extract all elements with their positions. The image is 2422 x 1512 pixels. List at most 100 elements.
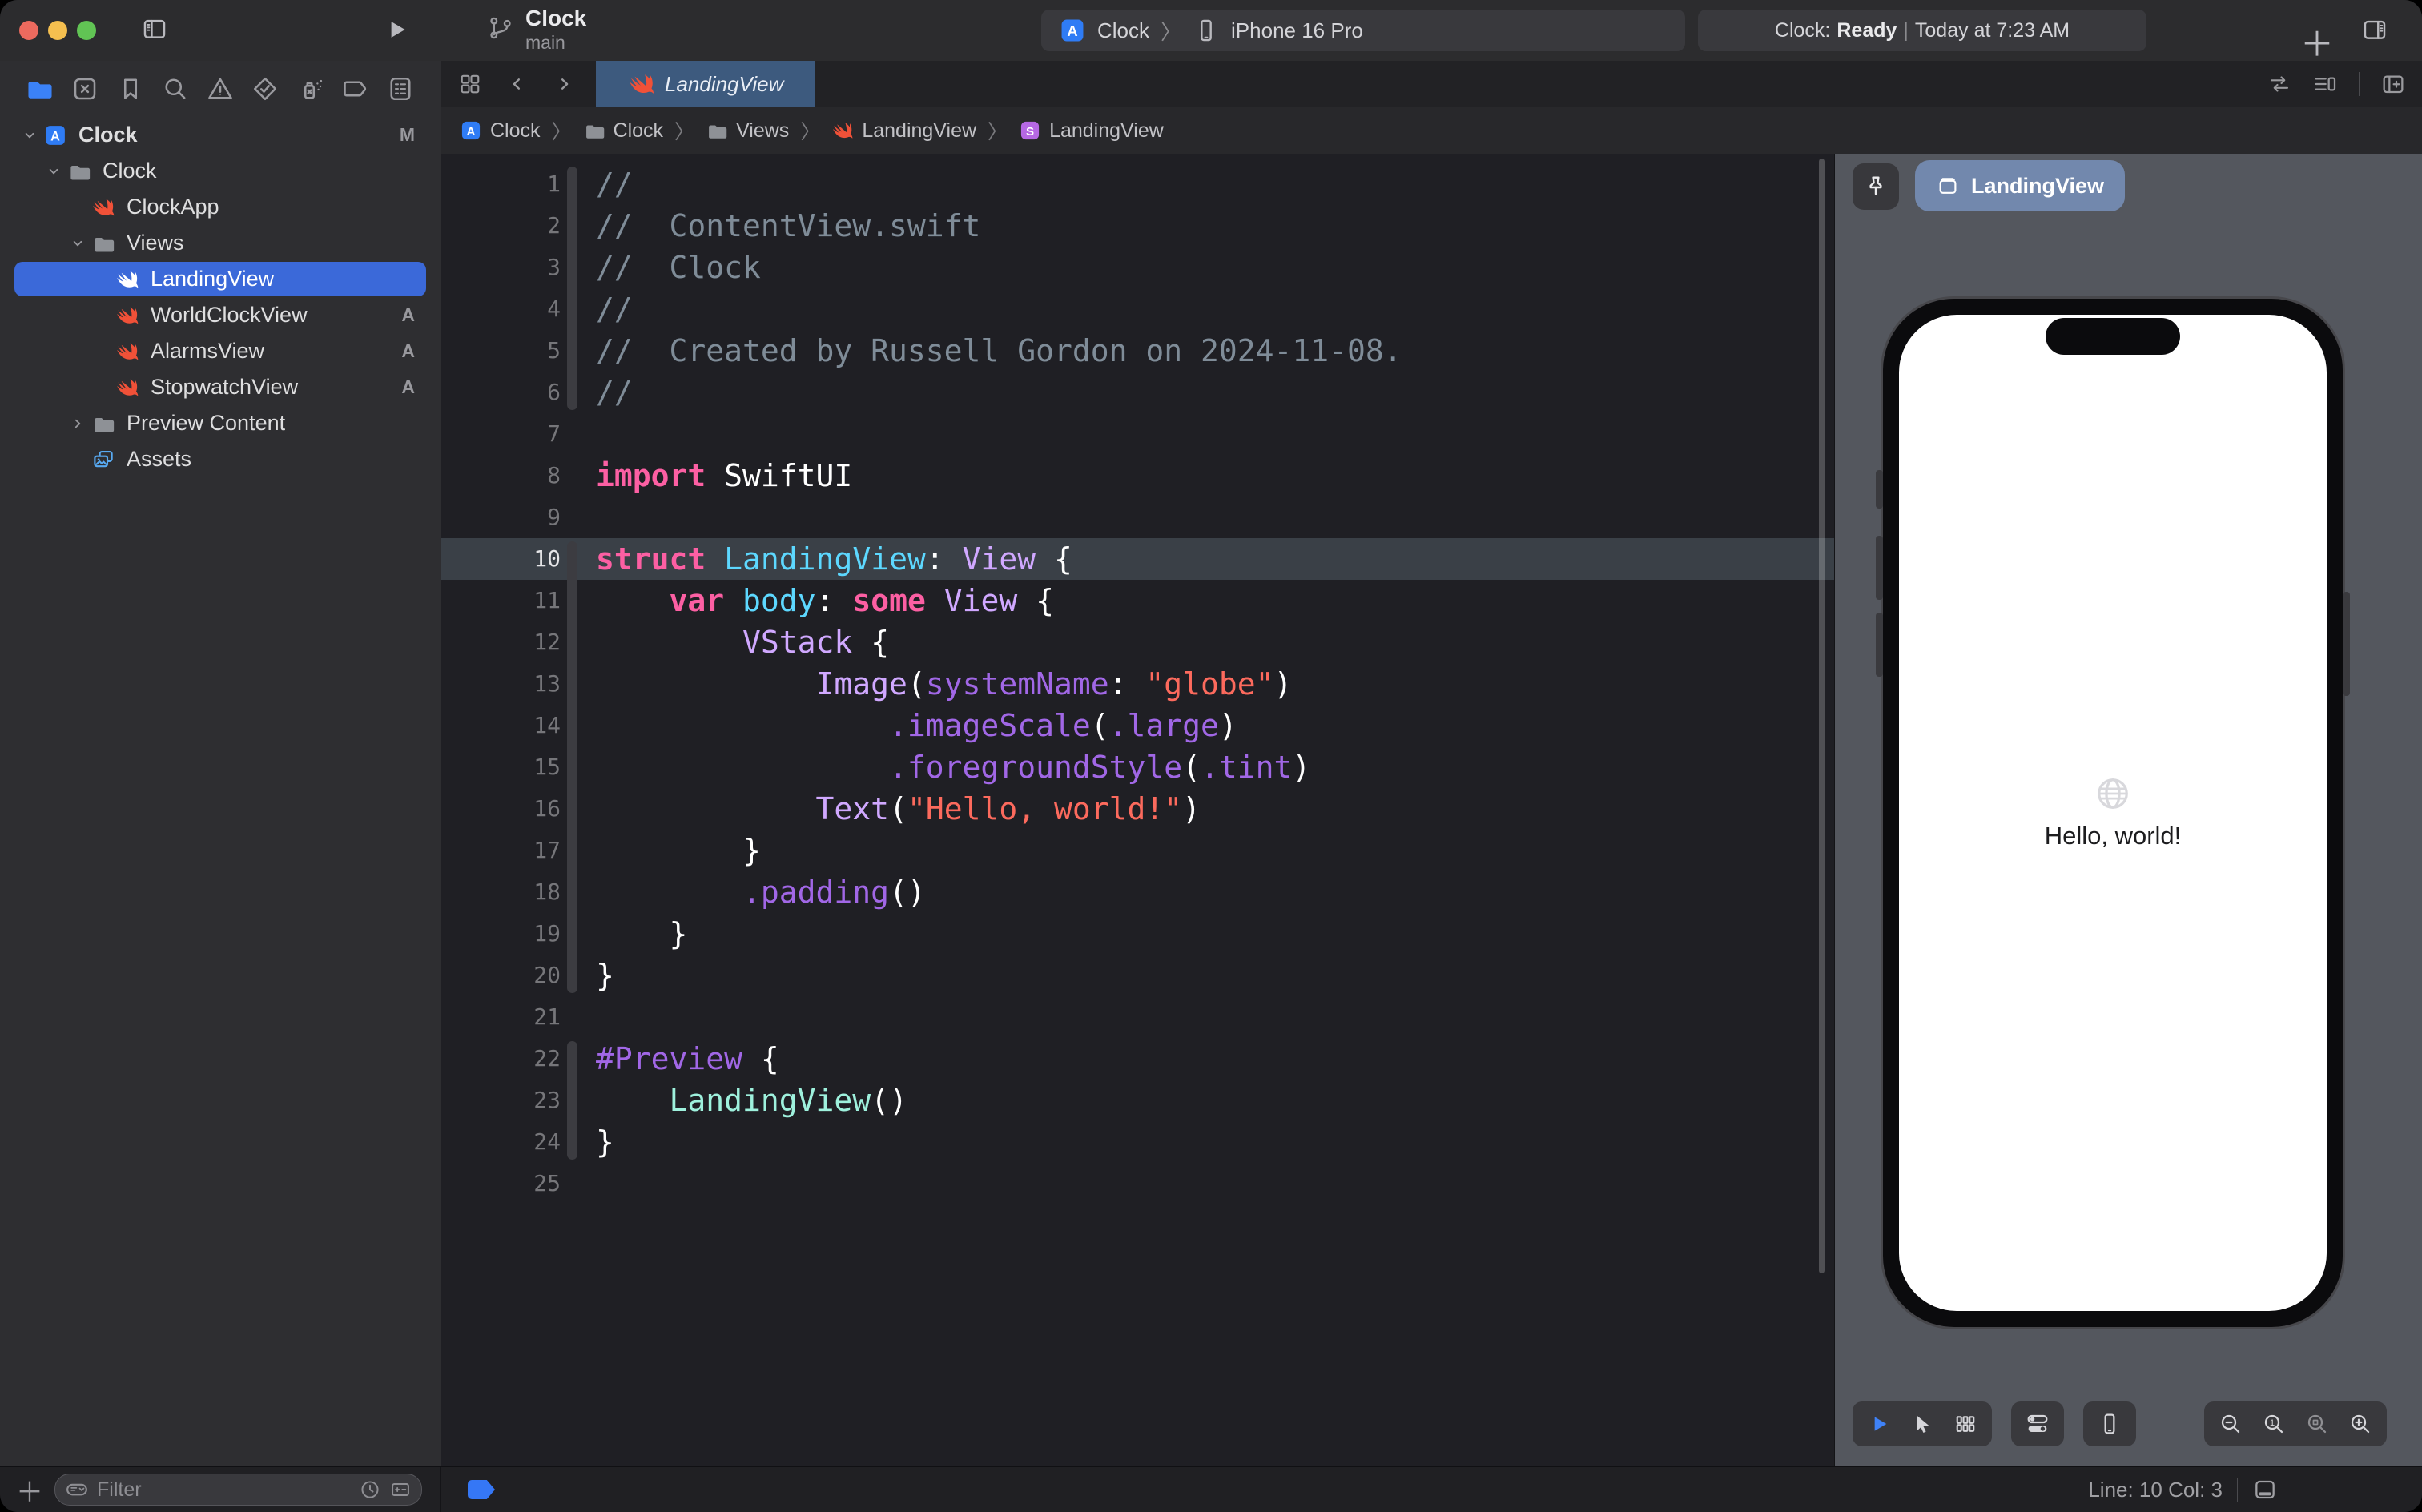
- code-line-6[interactable]: 6 //: [441, 372, 1834, 413]
- code-text[interactable]: // Clock: [585, 247, 761, 288]
- add-editor-icon[interactable]: [2380, 71, 2406, 97]
- tab-landingview[interactable]: LandingView: [596, 61, 816, 107]
- navigator-tab-reports-icon[interactable]: [384, 73, 416, 105]
- line-number[interactable]: 5: [441, 330, 561, 372]
- code-text[interactable]: // Created by Russell Gordon on 2024-11-…: [585, 330, 1402, 372]
- line-number[interactable]: 2: [441, 205, 561, 247]
- editor-scrollbar[interactable]: [1819, 159, 1825, 1273]
- code-line-10[interactable]: 10 struct LandingView: View {: [441, 538, 1834, 580]
- code-text[interactable]: VStack {: [585, 621, 889, 663]
- navigator-tab-project-navigator-icon[interactable]: [24, 73, 56, 105]
- line-number[interactable]: 22: [441, 1038, 561, 1080]
- code-line-2[interactable]: 2 // ContentView.swift: [441, 205, 1834, 247]
- code-line-22[interactable]: 22 #Preview {: [441, 1038, 1834, 1080]
- code-line-13[interactable]: 13 Image(systemName: "globe"): [441, 663, 1834, 705]
- code-line-24[interactable]: 24}: [441, 1121, 1834, 1163]
- zoom-button[interactable]: [77, 21, 96, 40]
- sidebar-toggle-icon[interactable]: [141, 15, 168, 42]
- editor-settings-icon[interactable]: [2252, 1477, 2278, 1502]
- breadcrumb-item-landingview[interactable]: LandingView: [831, 119, 976, 143]
- close-button[interactable]: [19, 21, 38, 40]
- code-text[interactable]: //: [585, 163, 633, 205]
- code-text[interactable]: var body: some View {: [585, 580, 1055, 621]
- sidebar-item-preview-content[interactable]: Preview Content: [0, 405, 441, 441]
- bookmark-tag-icon[interactable]: [468, 1480, 495, 1499]
- editor-options-icon[interactable]: [2312, 71, 2338, 97]
- line-number[interactable]: 13: [441, 663, 561, 705]
- back-button[interactable]: [503, 70, 530, 98]
- code-line-3[interactable]: 3 // Clock: [441, 247, 1834, 288]
- navigator-tab-bookmarks-icon[interactable]: [115, 73, 147, 105]
- scheme-selector[interactable]: A Clock 〉 iPhone 16 Pro: [1041, 10, 1685, 51]
- code-text[interactable]: struct LandingView: View {: [585, 538, 1072, 580]
- line-number[interactable]: 11: [441, 580, 561, 621]
- line-number[interactable]: 18: [441, 871, 561, 913]
- related-items-icon[interactable]: [458, 72, 482, 96]
- preview-target-chip[interactable]: LandingView: [1915, 160, 2126, 211]
- inspector-toggle-icon[interactable]: [2361, 16, 2388, 43]
- line-number[interactable]: 10: [441, 538, 561, 580]
- line-number[interactable]: 19: [441, 913, 561, 955]
- line-number[interactable]: 21: [441, 996, 561, 1038]
- zoom-actual-button[interactable]: 1: [2252, 1401, 2295, 1446]
- navigator-tab-issues-icon[interactable]: [204, 73, 236, 105]
- code-text[interactable]: [585, 1163, 596, 1204]
- code-line-9[interactable]: 9: [441, 497, 1834, 538]
- code-line-4[interactable]: 4 //: [441, 288, 1834, 330]
- line-number[interactable]: 14: [441, 705, 561, 746]
- line-number[interactable]: 12: [441, 621, 561, 663]
- variants-button[interactable]: [1944, 1401, 1987, 1446]
- navigator-tab-breakpoints-icon[interactable]: [340, 73, 372, 105]
- disclosure-down-icon[interactable]: [40, 161, 67, 182]
- line-number[interactable]: 7: [441, 413, 561, 455]
- flagged-files-icon[interactable]: [389, 1478, 412, 1501]
- code-line-1[interactable]: 1 //: [441, 163, 1834, 205]
- source-editor[interactable]: 1 // 2 // ContentView.swift 3 // Clock 4 // 5 // …: [441, 154, 1834, 1467]
- disclosure-right-icon[interactable]: [64, 413, 91, 434]
- code-line-18[interactable]: 18 .padding(): [441, 871, 1834, 913]
- device-button[interactable]: [2088, 1401, 2131, 1446]
- code-text[interactable]: }: [585, 955, 614, 996]
- filter-field[interactable]: Filter: [54, 1474, 422, 1506]
- code-text[interactable]: LandingView(): [585, 1080, 907, 1121]
- sidebar-item-worldclockview[interactable]: WorldClockView A: [0, 297, 441, 333]
- line-number[interactable]: 3: [441, 247, 561, 288]
- sidebar-item-clockapp[interactable]: ClockApp: [0, 189, 441, 225]
- navigator-tab-source-control-changes-icon[interactable]: [69, 73, 101, 105]
- code-text[interactable]: Image(systemName: "globe"): [585, 663, 1293, 705]
- code-text[interactable]: Text("Hello, world!"): [585, 788, 1201, 830]
- scheme-device[interactable]: iPhone 16 Pro: [1231, 18, 1363, 43]
- filter-menu-icon[interactable]: [65, 1478, 89, 1502]
- code-line-23[interactable]: 23 LandingView(): [441, 1080, 1834, 1121]
- code-text[interactable]: .foregroundStyle(.tint): [585, 746, 1310, 788]
- line-number[interactable]: 24: [441, 1121, 561, 1163]
- code-text[interactable]: [585, 497, 596, 538]
- line-number[interactable]: 15: [441, 746, 561, 788]
- disclosure-down-icon[interactable]: [16, 125, 43, 146]
- navigator-tab-tests-icon[interactable]: [249, 73, 281, 105]
- sidebar-item-clock[interactable]: Clock: [0, 153, 441, 189]
- code-line-14[interactable]: 14 .imageScale(.large): [441, 705, 1834, 746]
- sidebar-item-clock[interactable]: A Clock M: [0, 117, 441, 153]
- library-add-button[interactable]: ＋: [2300, 18, 2334, 66]
- breadcrumb-item-clock[interactable]: Clock: [583, 119, 663, 143]
- run-button[interactable]: [383, 16, 410, 43]
- code-line-15[interactable]: 15 .foregroundStyle(.tint): [441, 746, 1834, 788]
- navigator-tab-debug-memory-icon[interactable]: [295, 73, 327, 105]
- code-line-12[interactable]: 12 VStack {: [441, 621, 1834, 663]
- sidebar-item-stopwatchview[interactable]: StopwatchView A: [0, 369, 441, 405]
- disclosure-down-icon[interactable]: [64, 233, 91, 254]
- sidebar-item-landingview[interactable]: LandingView: [0, 261, 441, 297]
- code-line-19[interactable]: 19 }: [441, 913, 1834, 955]
- code-text[interactable]: .imageScale(.large): [585, 705, 1237, 746]
- zoom-fit-button[interactable]: [2295, 1401, 2339, 1446]
- code-text[interactable]: #Preview {: [585, 1038, 779, 1080]
- recent-files-icon[interactable]: [359, 1478, 381, 1501]
- line-number[interactable]: 17: [441, 830, 561, 871]
- code-line-21[interactable]: 21: [441, 996, 1834, 1038]
- code-line-7[interactable]: 7: [441, 413, 1834, 455]
- code-text[interactable]: //: [585, 372, 633, 413]
- navigator-tab-find-icon[interactable]: [159, 73, 191, 105]
- pointer-button[interactable]: [1901, 1401, 1944, 1446]
- code-text[interactable]: import SwiftUI: [585, 455, 852, 497]
